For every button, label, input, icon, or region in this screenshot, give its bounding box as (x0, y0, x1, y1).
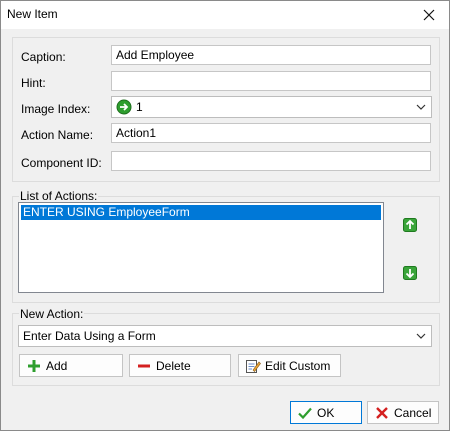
hint-input[interactable] (111, 71, 431, 91)
image-index-label: Image Index: (21, 102, 91, 116)
new-item-dialog: New Item Caption: Add Employee Hint: Ima… (0, 0, 450, 431)
add-button-label: Add (46, 358, 68, 373)
x-icon (376, 406, 388, 419)
close-button[interactable] (409, 1, 449, 29)
edit-custom-button-label: Edit Custom (265, 358, 331, 373)
component-id-label: Component ID: (21, 156, 102, 170)
minus-icon (138, 364, 150, 367)
caption-input[interactable]: Add Employee (111, 45, 431, 65)
green-arrow-icon (116, 99, 132, 115)
arrow-up-icon (403, 218, 417, 232)
add-button[interactable]: Add (19, 354, 123, 377)
caption-label: Caption: (21, 50, 66, 64)
chevron-down-icon (416, 333, 426, 339)
window-title: New Item (7, 7, 58, 21)
cancel-button[interactable]: Cancel (367, 401, 439, 424)
move-down-button[interactable] (403, 266, 417, 280)
component-id-input[interactable] (111, 151, 431, 171)
actions-listbox[interactable]: ENTER USING EmployeeForm (18, 202, 384, 293)
action-name-input[interactable]: Action1 (111, 123, 431, 143)
delete-button-label: Delete (156, 358, 191, 373)
image-index-value: 1 (136, 100, 143, 114)
title-bar: New Item (1, 1, 449, 29)
image-index-select[interactable]: 1 (111, 96, 432, 118)
arrow-down-icon (403, 266, 417, 280)
new-action-value: Enter Data Using a Form (23, 329, 156, 343)
close-icon (423, 9, 435, 21)
checkmark-icon (298, 407, 312, 419)
list-of-actions-caption: List of Actions: (19, 189, 99, 203)
new-action-select[interactable]: Enter Data Using a Form (18, 325, 432, 347)
action-name-label: Action Name: (21, 128, 94, 142)
chevron-down-icon (416, 104, 426, 110)
ok-button[interactable]: OK (290, 401, 362, 424)
plus-icon (28, 359, 40, 372)
cancel-button-label: Cancel (394, 405, 432, 420)
edit-icon (246, 359, 261, 373)
hint-label: Hint: (21, 76, 46, 90)
list-item[interactable]: ENTER USING EmployeeForm (21, 205, 381, 220)
ok-button-label: OK (317, 405, 335, 420)
move-up-button[interactable] (403, 218, 417, 232)
delete-button[interactable]: Delete (129, 354, 231, 377)
new-action-caption: New Action: (19, 307, 85, 321)
edit-custom-button[interactable]: Edit Custom (238, 354, 341, 377)
